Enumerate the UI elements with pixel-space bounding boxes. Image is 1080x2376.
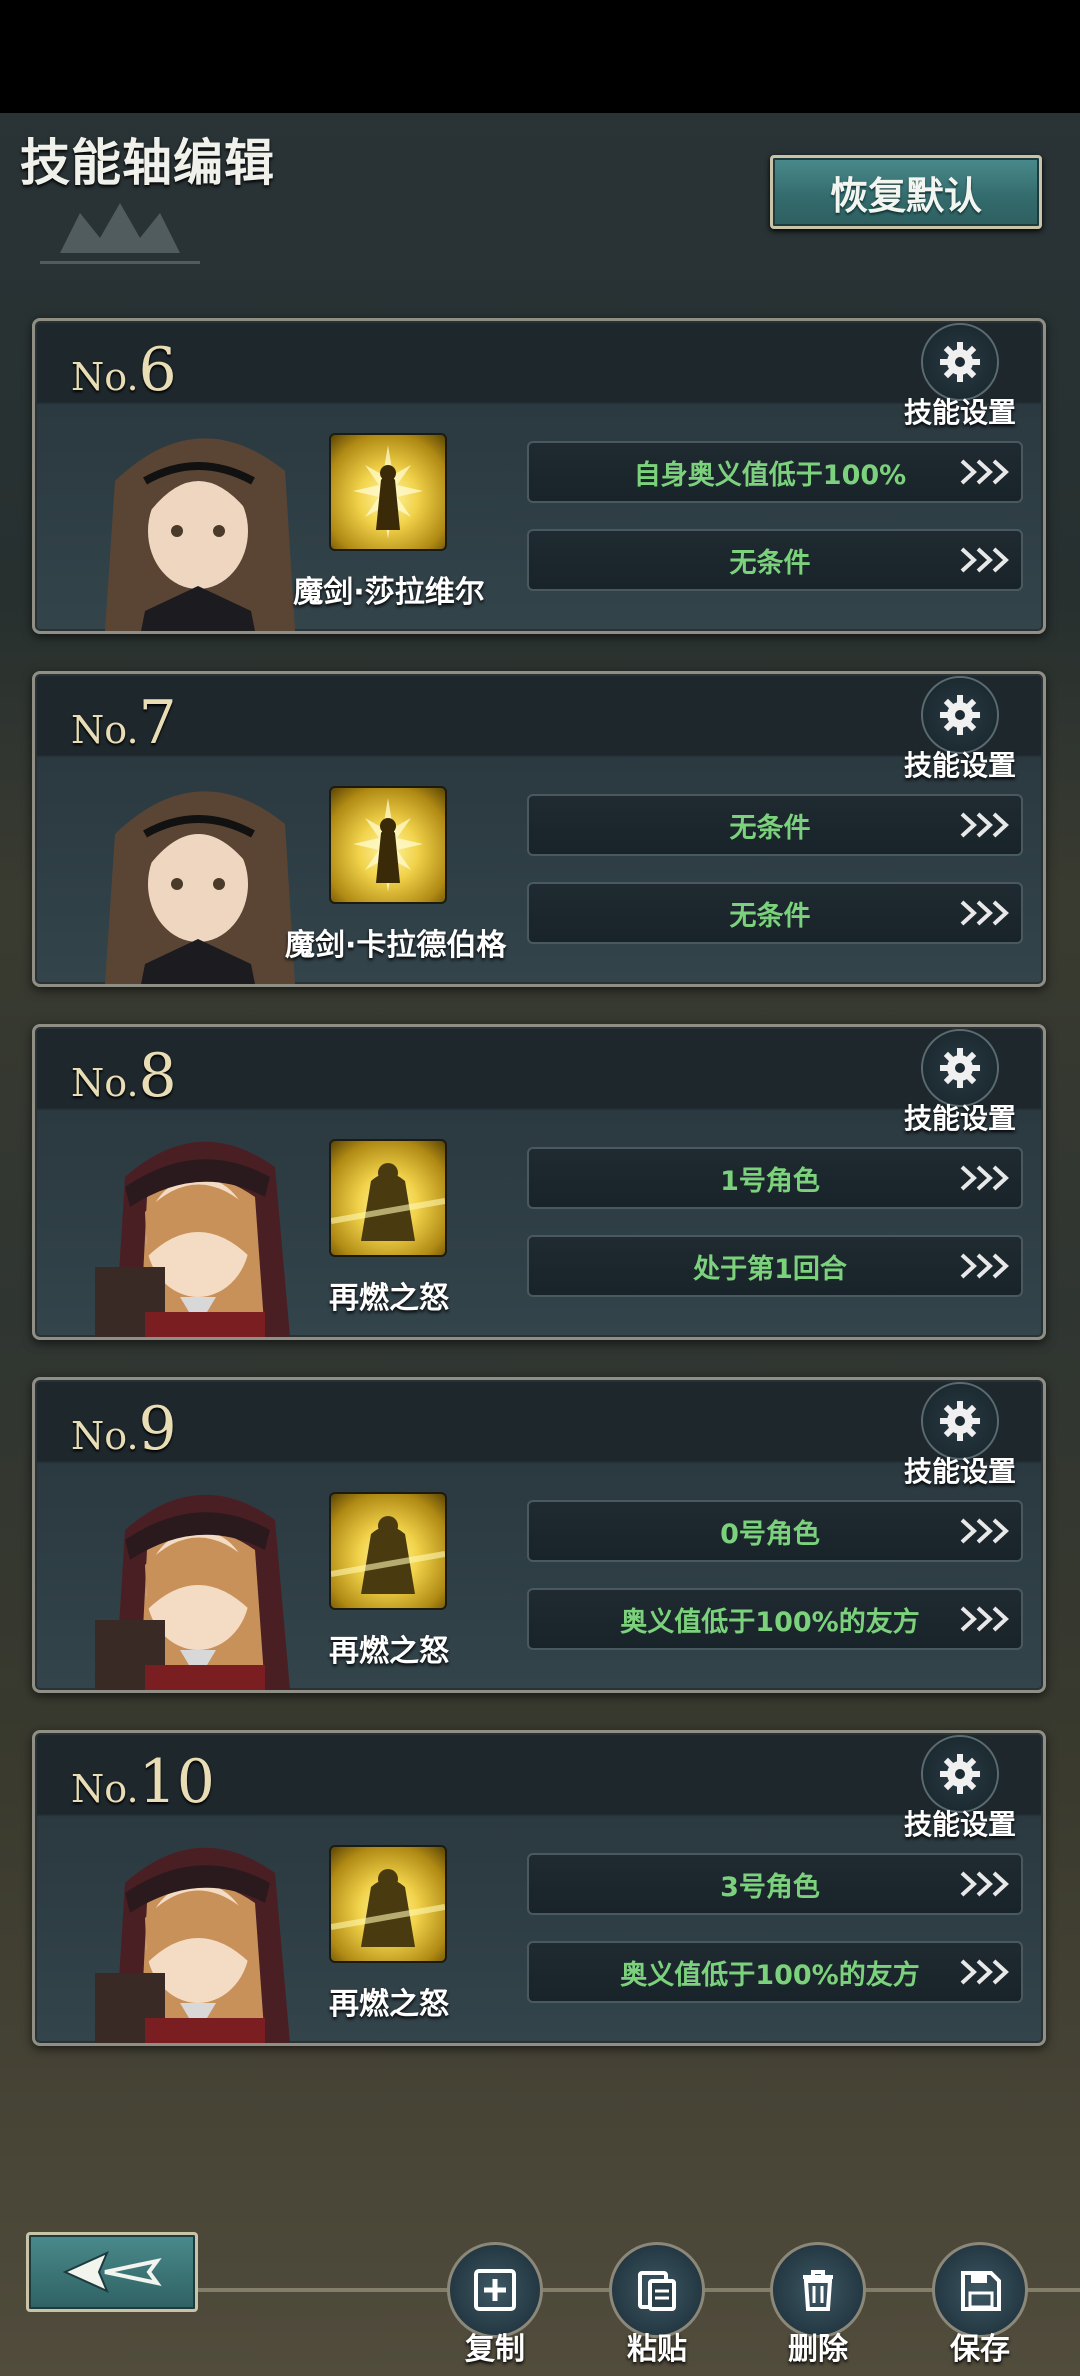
skill-settings-label: 技能设置 xyxy=(903,1102,1016,1135)
condition-1-text: 3号角色 xyxy=(720,1871,820,1903)
triple-chevron-right-icon xyxy=(951,545,1021,575)
skill-name: 再燃之怒 xyxy=(329,1634,449,1669)
condition-2-text: 奥义值低于100%的友方 xyxy=(620,1959,920,1991)
triple-chevron-right-icon xyxy=(951,1251,1021,1281)
skill-name: 魔剑·莎拉维尔 xyxy=(293,575,485,610)
card-number-prefix: No. xyxy=(71,1767,139,1811)
condition-1-button[interactable]: 1号角色 xyxy=(527,1147,1023,1209)
copy-label: 复制 xyxy=(465,2332,525,2367)
bottom-toolbar: 复制 粘贴 删除 保存 xyxy=(0,2220,1080,2376)
character-portrait xyxy=(85,764,311,984)
card-number-prefix: No. xyxy=(71,1414,139,1458)
condition-2-button[interactable]: 无条件 xyxy=(527,529,1023,591)
condition-2-text: 处于第1回合 xyxy=(693,1253,847,1285)
triple-chevron-right-icon xyxy=(951,898,1021,928)
condition-1-text: 1号角色 xyxy=(720,1165,820,1197)
skill-card: No.6 技能设置魔剑·莎拉维尔 自身奥义值低于100% 无条件 xyxy=(32,318,1046,634)
gear-icon xyxy=(921,323,999,401)
gear-icon xyxy=(921,676,999,754)
page-title: 技能轴编辑 xyxy=(20,133,275,192)
condition-2-button[interactable]: 处于第1回合 xyxy=(527,1235,1023,1297)
condition-2-button[interactable]: 无条件 xyxy=(527,882,1023,944)
header: 技能轴编辑 恢复默认 xyxy=(0,113,1080,264)
back-arrow-icon xyxy=(62,2251,162,2293)
save-label: 保存 xyxy=(950,2332,1010,2367)
card-number-value: 6 xyxy=(138,335,177,405)
character-portrait xyxy=(85,1117,311,1337)
paste-button[interactable]: 粘贴 xyxy=(602,2242,712,2376)
triple-chevron-right-icon xyxy=(951,1957,1021,1987)
skill-icon[interactable] xyxy=(329,1139,447,1257)
card-number-value: 8 xyxy=(138,1041,177,1111)
triple-chevron-right-icon xyxy=(951,457,1021,487)
delete-label: 删除 xyxy=(788,2332,848,2367)
condition-1-button[interactable]: 3号角色 xyxy=(527,1853,1023,1915)
skill-settings-button[interactable]: 技能设置 xyxy=(895,1029,1025,1135)
skill-name: 魔剑·卡拉德伯格 xyxy=(285,928,507,963)
skill-card: No.8 技能设置再燃之怒 1号角色处于第1回合 xyxy=(32,1024,1046,1340)
status-bar xyxy=(0,0,1080,113)
condition-2-text: 奥义值低于100%的友方 xyxy=(620,1606,920,1638)
character-portrait xyxy=(85,1823,311,2043)
gear-icon xyxy=(921,1382,999,1460)
condition-1-text: 无条件 xyxy=(729,812,811,844)
condition-2-text: 无条件 xyxy=(729,547,811,579)
save-button[interactable]: 保存 xyxy=(925,2242,1035,2376)
dragon-emblem-icon xyxy=(40,203,200,264)
triple-chevron-right-icon xyxy=(951,1604,1021,1634)
character-portrait xyxy=(85,1470,311,1690)
card-number: No.10 xyxy=(71,1747,215,1817)
card-number-prefix: No. xyxy=(71,708,139,752)
character-portrait xyxy=(85,411,311,631)
skill-settings-label: 技能设置 xyxy=(903,1808,1016,1841)
card-number-value: 7 xyxy=(138,688,177,758)
condition-1-button[interactable]: 自身奥义值低于100% xyxy=(527,441,1023,503)
back-button[interactable] xyxy=(26,2232,198,2312)
skill-card: No.7 技能设置 魔剑·卡拉德伯格 无条件 无条件 xyxy=(32,671,1046,987)
card-number-value: 9 xyxy=(138,1394,177,1464)
skill-icon[interactable] xyxy=(329,1492,447,1610)
card-number: No.7 xyxy=(71,688,177,758)
condition-1-button[interactable]: 0号角色 xyxy=(527,1500,1023,1562)
triple-chevron-right-icon xyxy=(951,1869,1021,1899)
condition-2-text: 无条件 xyxy=(729,900,811,932)
condition-2-button[interactable]: 奥义值低于100%的友方 xyxy=(527,1941,1023,2003)
skill-name: 再燃之怒 xyxy=(329,1987,449,2022)
skill-settings-button[interactable]: 技能设置 xyxy=(895,1735,1025,1841)
gear-icon xyxy=(921,1735,999,1813)
card-number: No.6 xyxy=(71,335,177,405)
skill-settings-label: 技能设置 xyxy=(903,1455,1016,1488)
condition-2-button[interactable]: 奥义值低于100%的友方 xyxy=(527,1588,1023,1650)
skill-settings-button[interactable]: 技能设置 xyxy=(895,1382,1025,1488)
skill-settings-button[interactable]: 技能设置 xyxy=(895,676,1025,782)
skill-icon[interactable] xyxy=(329,1845,447,1963)
triple-chevron-right-icon xyxy=(951,810,1021,840)
skill-icon[interactable] xyxy=(329,786,447,904)
card-number: No.9 xyxy=(71,1394,177,1464)
condition-1-text: 自身奥义值低于100% xyxy=(633,459,907,491)
skill-icon[interactable] xyxy=(329,433,447,551)
triple-chevron-right-icon xyxy=(951,1163,1021,1193)
triple-chevron-right-icon xyxy=(951,1516,1021,1546)
gear-icon xyxy=(921,1029,999,1107)
card-number: No.8 xyxy=(71,1041,177,1111)
card-number-prefix: No. xyxy=(71,355,139,399)
card-number-value: 10 xyxy=(138,1747,215,1817)
card-number-prefix: No. xyxy=(71,1061,139,1105)
paste-label: 粘贴 xyxy=(627,2332,687,2367)
skill-card: No.9 技能设置再燃之怒 0号角色奥义值低于100%的友方 xyxy=(32,1377,1046,1693)
skill-settings-label: 技能设置 xyxy=(903,749,1016,782)
skill-settings-label: 技能设置 xyxy=(903,396,1016,429)
delete-button[interactable]: 删除 xyxy=(763,2242,873,2376)
skill-name: 再燃之怒 xyxy=(329,1281,449,1316)
skill-settings-button[interactable]: 技能设置 xyxy=(895,323,1025,429)
copy-button[interactable]: 复制 xyxy=(440,2242,550,2376)
condition-1-text: 0号角色 xyxy=(720,1518,820,1550)
condition-1-button[interactable]: 无条件 xyxy=(527,794,1023,856)
skill-card: No.10 技能设置再燃之怒 3号角色奥义值低于100%的友方 xyxy=(32,1730,1046,2046)
reset-default-button[interactable]: 恢复默认 xyxy=(770,155,1042,229)
